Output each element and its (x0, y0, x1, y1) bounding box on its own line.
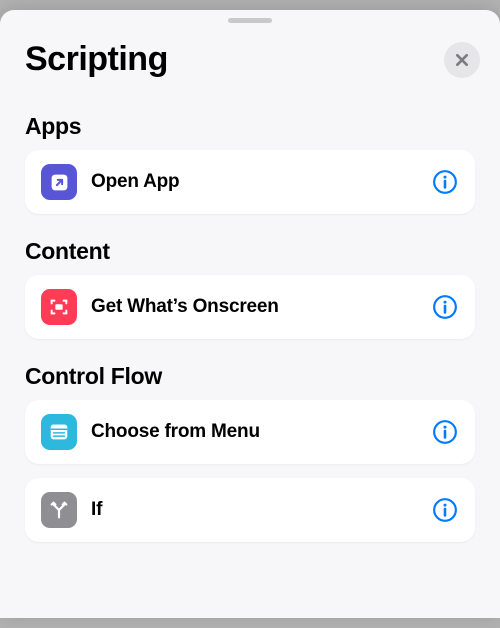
info-button[interactable] (431, 293, 459, 321)
action-label: Open App (91, 171, 431, 193)
arrow-up-right-square-icon (41, 164, 77, 200)
close-icon (454, 52, 470, 68)
screen-capture-icon (41, 289, 77, 325)
action-label: Get What’s Onscreen (91, 296, 431, 318)
action-label: Choose from Menu (91, 421, 431, 443)
info-icon (432, 294, 458, 320)
close-button[interactable] (444, 42, 480, 78)
action-row-if[interactable]: If (25, 478, 475, 542)
action-row-get-onscreen[interactable]: Get What’s Onscreen (25, 275, 475, 339)
section-content: Content Get What’s Onscreen (25, 238, 475, 339)
section-header-control-flow: Control Flow (25, 363, 475, 390)
branch-icon (41, 492, 77, 528)
info-button[interactable] (431, 168, 459, 196)
info-icon (432, 419, 458, 445)
action-row-choose-from-menu[interactable]: Choose from Menu (25, 400, 475, 464)
sheet-grabber[interactable] (228, 18, 272, 23)
section-control-flow: Control Flow Choose from Menu (25, 363, 475, 542)
info-button[interactable] (431, 496, 459, 524)
content-area: Apps Open App (0, 113, 500, 542)
action-label: If (91, 499, 431, 521)
section-apps: Apps Open App (25, 113, 475, 214)
info-icon (432, 169, 458, 195)
info-icon (432, 497, 458, 523)
section-header-content: Content (25, 238, 475, 265)
action-sheet: Scripting Apps Open App (0, 10, 500, 618)
action-row-open-app[interactable]: Open App (25, 150, 475, 214)
menu-list-icon (41, 414, 77, 450)
info-button[interactable] (431, 418, 459, 446)
page-title: Scripting (25, 40, 168, 79)
section-header-apps: Apps (25, 113, 475, 140)
